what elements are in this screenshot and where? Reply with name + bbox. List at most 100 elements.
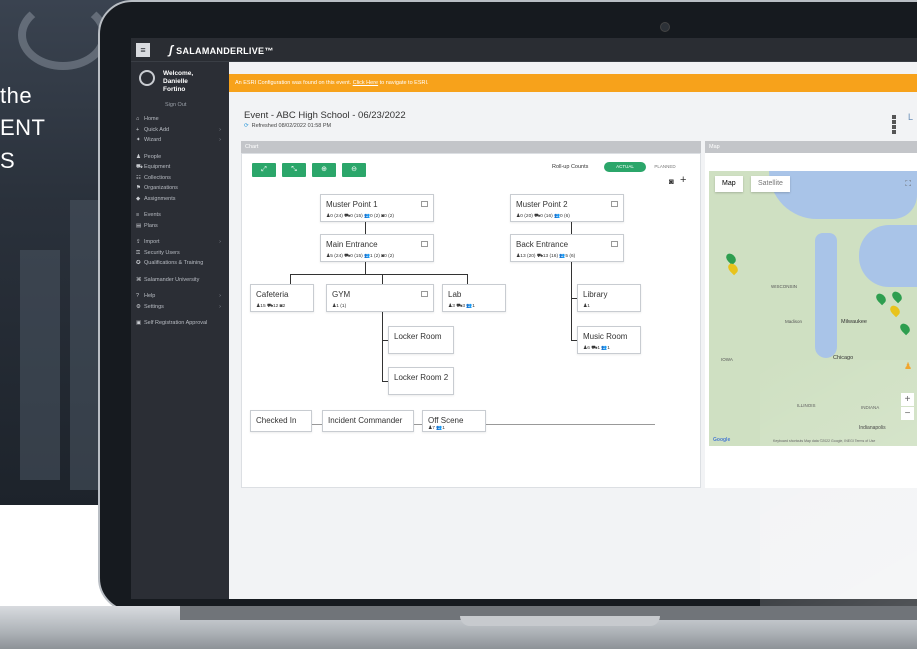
- sidebar-item-security-users[interactable]: ⚿ Security Users: [131, 248, 229, 259]
- welcome-text: Welcome,: [163, 70, 194, 77]
- map-pin[interactable]: [898, 321, 912, 336]
- node-menu-icon[interactable]: [611, 241, 618, 247]
- sidebar-item-events[interactable]: ≡ Events: [131, 210, 229, 221]
- hamburger-icon[interactable]: ≡: [136, 43, 150, 57]
- user-last-name: Fortino: [163, 86, 186, 93]
- building-graphic: [20, 250, 60, 480]
- user-first-name: Danielle: [163, 78, 188, 85]
- grid-icon[interactable]: [892, 115, 901, 134]
- map-label: Indianapolis: [859, 425, 886, 431]
- node-off-scene[interactable]: Off Scene ♟7 👥1: [422, 410, 486, 432]
- plus-icon: +: [136, 126, 140, 133]
- map-label: ILLINOIS: [797, 403, 816, 408]
- sidebar-item-label: Wizard: [144, 137, 162, 143]
- node-back-entrance[interactable]: Back Entrance ♟13 (20) ⛟13 (16) 👥5 (6): [510, 234, 624, 262]
- map-tab-map[interactable]: Map: [715, 176, 743, 192]
- sidebar-item-quick-add[interactable]: + Quick Add ›: [131, 125, 229, 136]
- sidebar-item-settings[interactable]: ⚙ Settings ›: [131, 302, 229, 313]
- sidebar-item-import[interactable]: ⇪ Import ›: [131, 237, 229, 248]
- node-menu-icon[interactable]: [611, 201, 618, 207]
- node-library[interactable]: Library ♟1: [577, 284, 641, 312]
- zoom-out-button[interactable]: ⊖: [342, 163, 366, 177]
- node-locker-room[interactable]: Locker Room: [388, 326, 454, 354]
- expand-button[interactable]: ⤢: [252, 163, 276, 177]
- chevron-right-icon: ›: [219, 137, 221, 143]
- chevron-right-icon: ›: [219, 239, 221, 245]
- map-tab-satellite[interactable]: Satellite: [751, 176, 790, 192]
- sidebar-item-self-registration-approval[interactable]: ▣ Self Registration Approval: [131, 318, 229, 329]
- map-pin[interactable]: [890, 289, 904, 304]
- sidebar-item-people[interactable]: ♟ People: [131, 152, 229, 163]
- toggle-actual[interactable]: ACTUAL: [604, 162, 646, 172]
- toggle-planned[interactable]: PLANNED: [648, 162, 682, 172]
- node-lab[interactable]: Lab ♟3 ⛟3 👥1: [442, 284, 506, 312]
- sidebar-item-help[interactable]: ? Help ›: [131, 291, 229, 302]
- top-bar: ≡ ʃ SALAMANDERLIVE™: [131, 38, 917, 62]
- pegman-icon[interactable]: ♟: [904, 361, 912, 372]
- lake-michigan: [815, 233, 837, 358]
- sidebar-item-plans[interactable]: ▤ Plans: [131, 221, 229, 232]
- sidebar-item-home[interactable]: ⌂ Home: [131, 114, 229, 125]
- refreshed-status: ⟳ Refreshed 08/02/2022 01:58 PM: [244, 123, 332, 129]
- node-checked-in[interactable]: Checked In: [250, 410, 312, 432]
- fullscreen-icon[interactable]: ⛶: [905, 179, 911, 189]
- sidebar-item-equipment[interactable]: ⛟Equipment: [131, 162, 229, 173]
- chart-panel: ⤢ ⤡ ⊕ ⊖ Roll-up Counts ACTUAL PLANNED ◙ …: [241, 153, 701, 488]
- connector-line: [365, 262, 366, 274]
- node-menu-icon[interactable]: [421, 241, 428, 247]
- node-main-entrance[interactable]: Main Entrance ♟5 (24) ⛟0 (15) 👥1 (2) ◙0 …: [320, 234, 434, 262]
- import-icon: ⇪: [136, 239, 141, 245]
- map-zoom-in[interactable]: +: [901, 393, 914, 406]
- sidebar-item-salamander-university[interactable]: ⌘ Salamander University: [131, 275, 229, 286]
- sidebar-item-assignments[interactable]: ◆ Assignments: [131, 194, 229, 205]
- avatar-icon: [139, 70, 155, 86]
- map-pin[interactable]: [874, 291, 888, 306]
- node-muster-point-2[interactable]: Muster Point 2 ♟0 (20) ⛟0 (16) 👥0 (6): [510, 194, 624, 222]
- node-cafeteria[interactable]: Cafeteria ♟15 ⛟12 ◙2: [250, 284, 314, 312]
- add-icon[interactable]: +: [680, 174, 686, 186]
- connector-line: [382, 309, 383, 381]
- map-zoom-out[interactable]: −: [901, 407, 914, 420]
- chart-panel-header: Chart: [241, 141, 701, 153]
- sign-out-link[interactable]: Sign Out: [165, 102, 186, 108]
- node-music-room[interactable]: Music Room ♟6 ⛟1 👥1: [577, 326, 641, 354]
- flag-icon: ⚑: [136, 185, 141, 191]
- sidebar-item-label: Salamander University: [144, 276, 200, 283]
- sidebar-item-qualifications-training[interactable]: ✪ Qualifications & Training: [131, 258, 229, 269]
- group-icon: ☷: [136, 174, 141, 181]
- page-title: Event - ABC High School - 06/23/2022: [244, 110, 406, 121]
- map-label: INDIANA: [861, 405, 880, 410]
- sidebar-item-label: Assignments: [144, 195, 176, 202]
- map-attribution[interactable]: Keyboard shortcuts Map data ©2022 Google…: [773, 439, 875, 443]
- node-gym[interactable]: GYM ♟1 (1): [326, 284, 434, 312]
- node-muster-point-1[interactable]: Muster Point 1 ♟0 (24) ⛟0 (15) 👥0 (2) ◙0…: [320, 194, 434, 222]
- map-label: Milwaukee: [841, 319, 867, 325]
- camera-icon[interactable]: ◙: [669, 177, 674, 186]
- university-icon: ⌘: [136, 276, 142, 283]
- node-menu-icon[interactable]: [421, 201, 428, 207]
- chevron-right-icon: ›: [219, 293, 221, 299]
- sidebar-item-organizations[interactable]: ⚑ Organizations: [131, 183, 229, 194]
- zoom-in-button[interactable]: ⊕: [312, 163, 336, 177]
- sidebar-item-collections[interactable]: ☷ Collections: [131, 173, 229, 184]
- promo-text-line: S: [0, 148, 16, 173]
- list-view-link[interactable]: L: [908, 112, 913, 122]
- node-menu-icon[interactable]: [421, 291, 428, 297]
- app-logo[interactable]: ʃ SALAMANDERLIVE™: [169, 43, 274, 57]
- map-label: IOWA: [721, 357, 733, 362]
- sidebar-item-label: Import: [144, 239, 160, 245]
- main-content: An ESRI Configuration was found on this …: [229, 62, 917, 599]
- refresh-icon[interactable]: ⟳: [244, 123, 249, 129]
- collapse-button[interactable]: ⤡: [282, 163, 306, 177]
- list-icon: ≡: [136, 212, 140, 218]
- node-incident-commander[interactable]: Incident Commander: [322, 410, 414, 432]
- esri-link[interactable]: Click Here: [353, 80, 378, 86]
- node-locker-room-2[interactable]: Locker Room 2: [388, 367, 454, 395]
- sidebar-item-wizard[interactable]: ✦ Wizard ›: [131, 135, 229, 146]
- map-pin[interactable]: [726, 261, 740, 276]
- map-pin[interactable]: [888, 303, 902, 318]
- truck-icon: ⛟: [136, 164, 143, 170]
- map-view[interactable]: Map Satellite ⛶ WISCONSIN Madison Milwau…: [709, 171, 917, 446]
- connector-line: [382, 274, 383, 284]
- badge-icon: ✪: [136, 260, 141, 266]
